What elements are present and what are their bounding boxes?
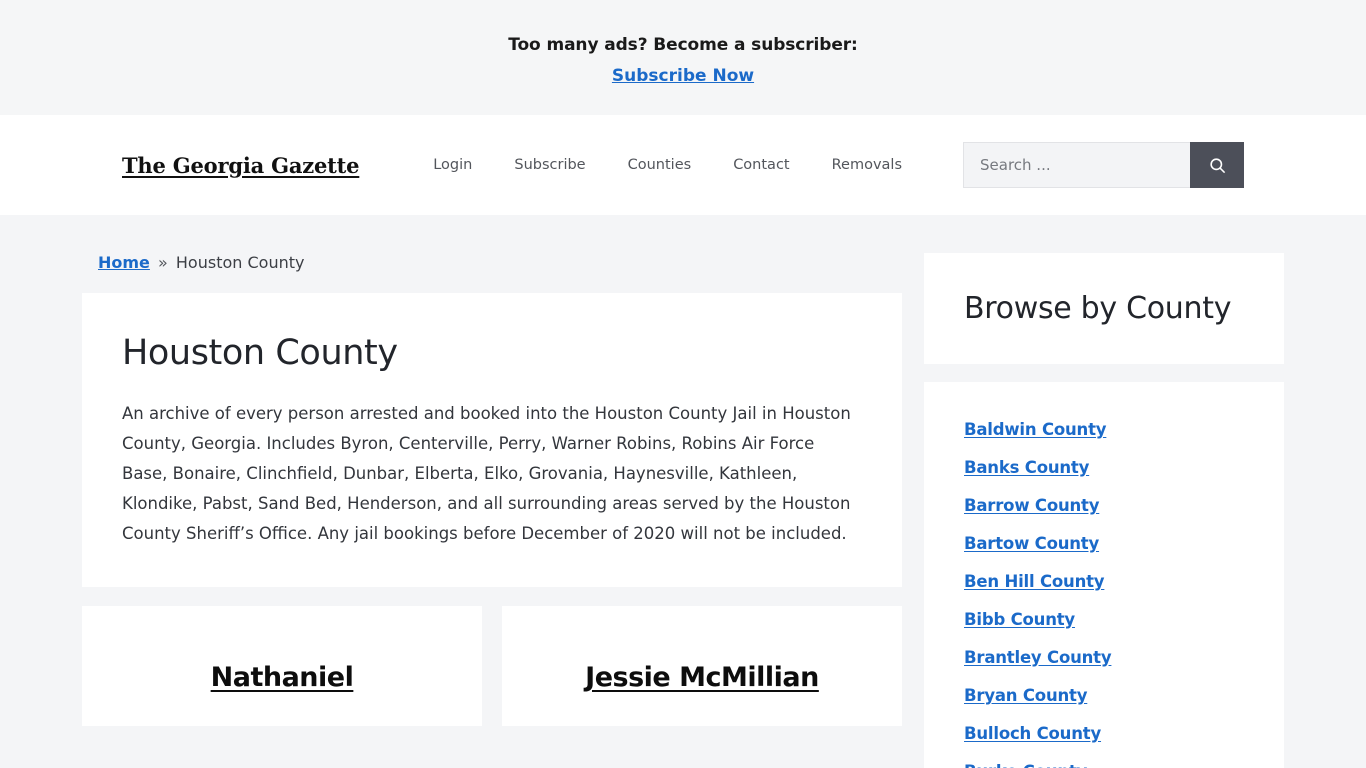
nav-item-contact[interactable]: Contact [712, 157, 810, 173]
list-item: Bibb County [964, 610, 1246, 629]
post-title-link[interactable]: Nathaniel [211, 662, 354, 693]
list-item: Banks County [964, 458, 1246, 477]
header-right: Login Subscribe Counties Contact Removal… [412, 142, 1244, 188]
search-submit-button[interactable] [1190, 142, 1244, 188]
county-link-bartow[interactable]: Bartow County [964, 534, 1099, 553]
breadcrumb-current: Houston County [175, 253, 305, 272]
content-container: Home » Houston County Houston County An … [82, 215, 1284, 768]
county-description: An archive of every person arrested and … [122, 404, 851, 543]
site-header: The Georgia Gazette Login Subscribe Coun… [0, 115, 1366, 215]
list-item: Bryan County [964, 686, 1246, 705]
county-link-banks[interactable]: Banks County [964, 458, 1089, 477]
breadcrumb: Home » Houston County [82, 253, 902, 272]
main-navigation: Login Subscribe Counties Contact Removal… [412, 157, 923, 173]
main-column: Home » Houston County Houston County An … [82, 253, 902, 726]
breadcrumb-separator: » [158, 253, 168, 272]
promo-bar: Too many ads? Become a subscriber: Subsc… [0, 0, 1366, 115]
page-body: Home » Houston County Houston County An … [0, 215, 1366, 768]
county-link-brantley[interactable]: Brantley County [964, 648, 1112, 667]
search-icon [1209, 157, 1225, 173]
county-link-barrow[interactable]: Barrow County [964, 496, 1099, 515]
nav-item-removals[interactable]: Removals [811, 157, 923, 173]
list-item: Bartow County [964, 534, 1246, 553]
nav-item-login[interactable]: Login [412, 157, 493, 173]
subscribe-now-link[interactable]: Subscribe Now [612, 66, 754, 86]
county-list: Baldwin County Banks County Barrow Count… [964, 420, 1246, 768]
post-card[interactable]: Jessie McMillian [502, 606, 902, 726]
county-link-ben-hill[interactable]: Ben Hill County [964, 572, 1105, 591]
county-link-bibb[interactable]: Bibb County [964, 610, 1075, 629]
site-title[interactable]: The Georgia Gazette [122, 153, 360, 178]
list-item: Ben Hill County [964, 572, 1246, 591]
county-link-burke[interactable]: Burke County [964, 762, 1087, 768]
list-item: Baldwin County [964, 420, 1246, 439]
county-list-card: Baldwin County Banks County Barrow Count… [924, 382, 1284, 768]
sidebar-widget-title: Browse by County [964, 291, 1232, 326]
sidebar: Browse by County Baldwin County Banks Co… [924, 253, 1284, 768]
county-link-bulloch[interactable]: Bulloch County [964, 724, 1101, 743]
nav-item-counties[interactable]: Counties [607, 157, 713, 173]
breadcrumb-home-link[interactable]: Home [98, 253, 150, 272]
browse-by-county-header-card: Browse by County [924, 253, 1284, 364]
search-input[interactable] [963, 142, 1190, 188]
nav-item-subscribe[interactable]: Subscribe [493, 157, 606, 173]
list-item: Bulloch County [964, 724, 1246, 743]
list-item: Burke County [964, 762, 1246, 768]
post-title-link[interactable]: Jessie McMillian [585, 662, 819, 693]
county-link-baldwin[interactable]: Baldwin County [964, 420, 1107, 439]
list-item: Barrow County [964, 496, 1246, 515]
county-link-bryan[interactable]: Bryan County [964, 686, 1087, 705]
search-form [963, 142, 1244, 188]
page-title: Houston County [122, 333, 398, 373]
post-grid: Nathaniel Jessie McMillian [82, 606, 902, 726]
list-item: Brantley County [964, 648, 1246, 667]
post-card[interactable]: Nathaniel [82, 606, 482, 726]
county-intro-card: Houston County An archive of every perso… [82, 293, 902, 587]
promo-message: Too many ads? Become a subscriber: [508, 35, 858, 56]
